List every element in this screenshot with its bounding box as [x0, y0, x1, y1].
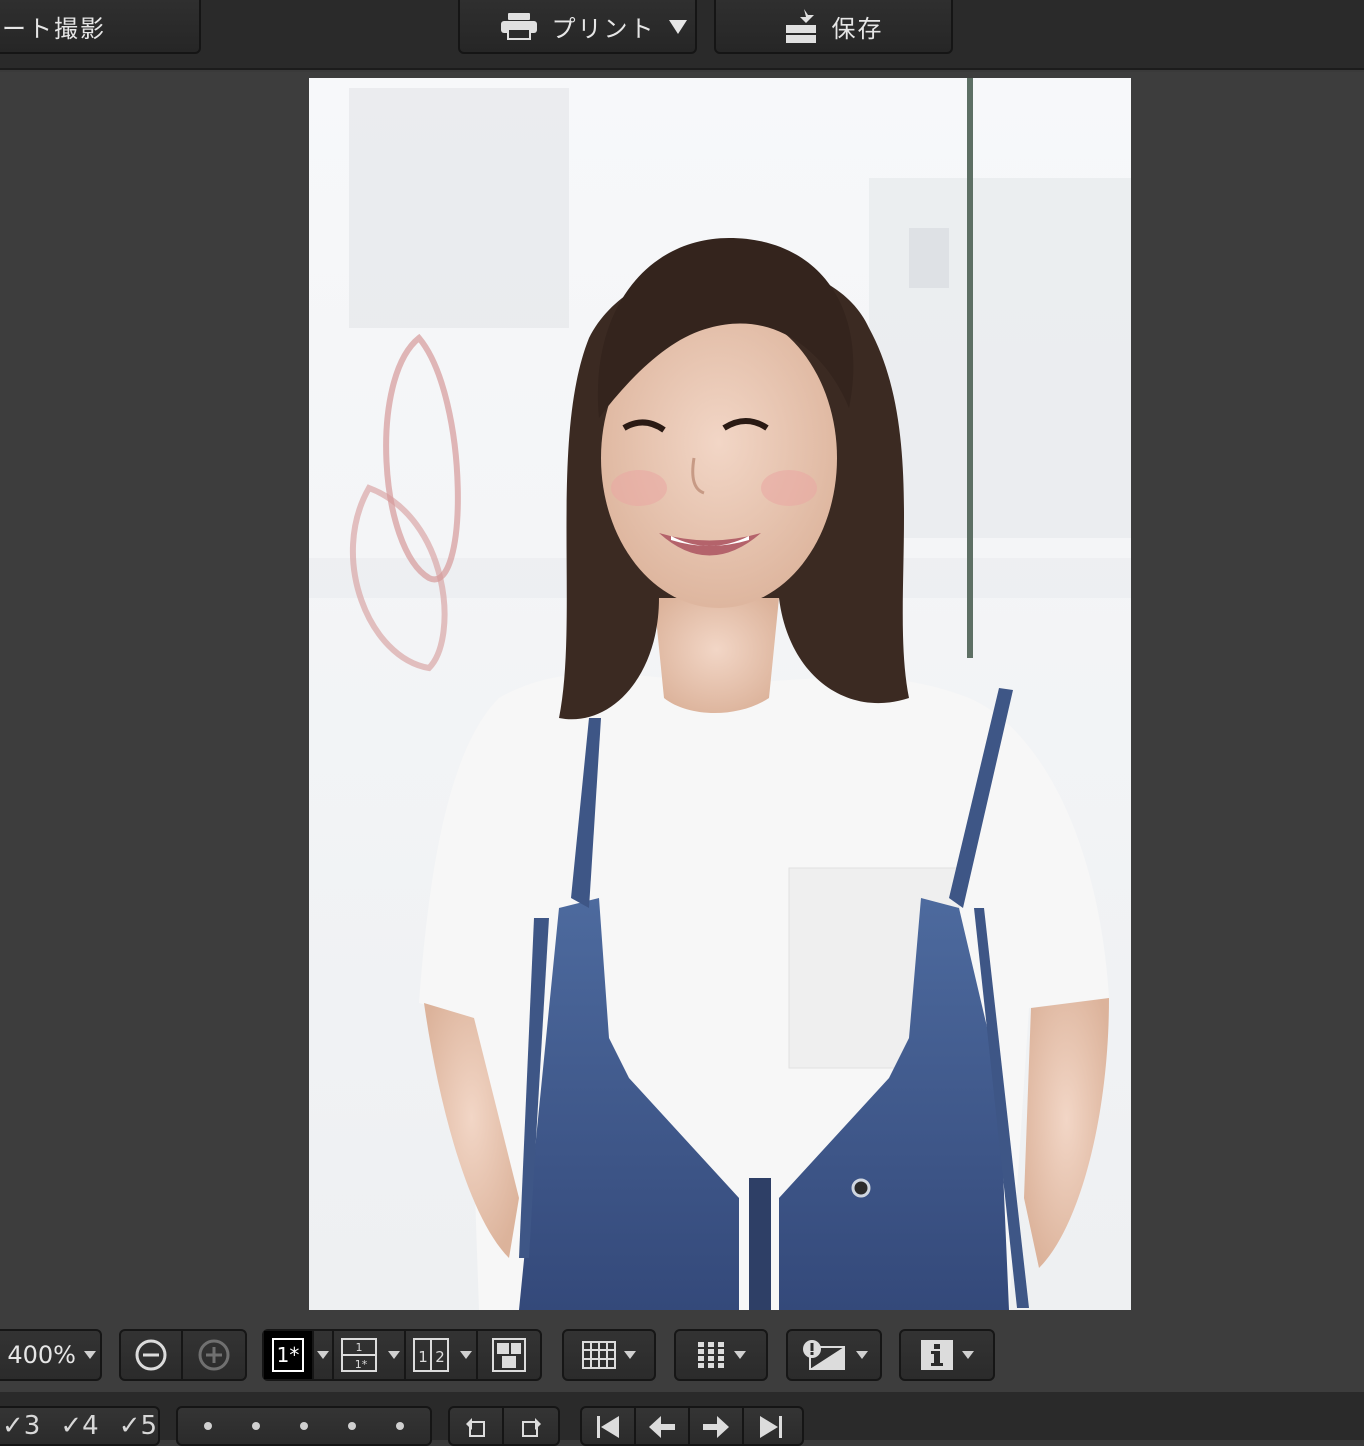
rating-navigation-bar: ✓3 ✓4 ✓5: [0, 1392, 1364, 1446]
star-dot-5[interactable]: [396, 1422, 404, 1430]
single-view-button[interactable]: 1*: [264, 1331, 314, 1379]
single-view-dropdown[interactable]: [314, 1331, 334, 1379]
star-dot-2[interactable]: [252, 1422, 260, 1430]
compare-view-icon: [492, 1338, 526, 1372]
star-rating-group[interactable]: [176, 1406, 432, 1446]
print-button[interactable]: プリント: [458, 0, 697, 54]
save-button[interactable]: 保存: [714, 0, 953, 54]
zoom-level-value: 400%: [7, 1341, 76, 1369]
grid-overlay-button[interactable]: [562, 1329, 656, 1381]
info-icon: [921, 1340, 953, 1370]
tethered-shooting-button[interactable]: ート撮影: [0, 0, 201, 54]
save-icon: [784, 7, 818, 45]
dropdown-icon: [388, 1351, 400, 1359]
navigation-group: [580, 1406, 804, 1446]
af-point-button[interactable]: [674, 1329, 768, 1381]
rating-3-button[interactable]: ✓3: [2, 1411, 40, 1441]
previous-image-button[interactable]: [636, 1408, 690, 1444]
rotate-right-button[interactable]: [504, 1408, 558, 1444]
highlight-warning-button[interactable]: [786, 1329, 882, 1381]
save-label: 保存: [831, 14, 884, 43]
zoom-level-select[interactable]: 400%: [0, 1329, 102, 1381]
first-image-icon: [597, 1416, 619, 1438]
af-points-icon: [698, 1342, 724, 1368]
star-dot-1[interactable]: [204, 1422, 212, 1430]
rotate-left-icon: [466, 1418, 485, 1437]
svg-text:1: 1: [356, 1341, 363, 1354]
image-viewer: [0, 72, 1364, 1392]
next-image-button[interactable]: [690, 1408, 744, 1444]
top-toolbar: ート撮影 プリント 保存: [0, 0, 1364, 70]
dropdown-icon: [460, 1351, 472, 1359]
rating-5-button[interactable]: ✓5: [119, 1411, 157, 1441]
print-dropdown-arrow-icon[interactable]: [669, 20, 687, 34]
first-image-button[interactable]: [582, 1408, 636, 1444]
last-image-icon: [760, 1416, 782, 1438]
split-horizontal-icon: 12: [413, 1338, 449, 1372]
zoom-buttons: [119, 1329, 247, 1381]
tethered-shooting-label: ート撮影: [2, 14, 106, 43]
printer-icon: [500, 12, 538, 40]
split-vertical-dropdown[interactable]: [384, 1331, 406, 1379]
zoom-dropdown-icon: [84, 1351, 96, 1359]
svg-text:1*: 1*: [355, 1358, 368, 1371]
zoom-out-button[interactable]: [121, 1331, 183, 1379]
grid-icon: [582, 1341, 616, 1369]
previous-arrow-icon: [649, 1416, 675, 1438]
zoom-out-icon: [135, 1339, 167, 1371]
rotate-group: [448, 1406, 560, 1446]
zoom-in-icon: [198, 1339, 230, 1371]
print-label: プリント: [551, 14, 656, 43]
zoom-in-button[interactable]: [183, 1331, 245, 1379]
svg-text:1: 1: [418, 1348, 428, 1366]
star-dot-3[interactable]: [300, 1422, 308, 1430]
split-vertical-icon: 11*: [341, 1338, 377, 1372]
dropdown-icon: [624, 1351, 636, 1359]
dropdown-icon: [962, 1351, 974, 1359]
single-view-icon: 1*: [272, 1338, 304, 1372]
rotate-right-icon: [522, 1418, 541, 1437]
rating-4-button[interactable]: ✓4: [60, 1411, 98, 1441]
split-vertical-button[interactable]: 1 1*: [334, 1331, 384, 1379]
compare-view-button[interactable]: [478, 1331, 540, 1379]
dropdown-icon: [317, 1351, 329, 1359]
info-display-button[interactable]: [899, 1329, 995, 1381]
split-horizontal-dropdown[interactable]: [456, 1331, 478, 1379]
svg-text:2: 2: [435, 1348, 445, 1366]
dropdown-icon: [734, 1351, 746, 1359]
view-layout-group: 1* 1 1* 12: [262, 1329, 542, 1381]
rating-group: ✓3 ✓4 ✓5: [0, 1406, 160, 1446]
photo-preview[interactable]: [309, 78, 1131, 1310]
highlight-warning-icon: [803, 1340, 845, 1370]
rotate-left-button[interactable]: [450, 1408, 504, 1444]
star-dot-4[interactable]: [348, 1422, 356, 1430]
split-horizontal-button[interactable]: 12: [406, 1331, 456, 1379]
dropdown-icon: [856, 1351, 868, 1359]
next-arrow-icon: [703, 1416, 729, 1438]
last-image-button[interactable]: [744, 1408, 798, 1444]
